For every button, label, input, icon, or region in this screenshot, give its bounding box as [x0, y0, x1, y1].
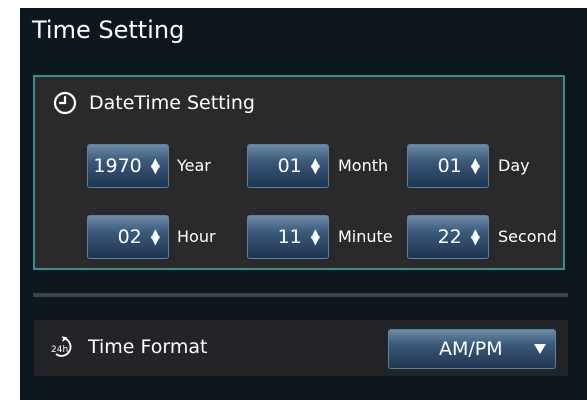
second-spinner[interactable]: 22 ▲ ▼ — [407, 215, 489, 259]
year-spinner[interactable]: 1970 ▲ ▼ — [87, 144, 169, 188]
clock-icon — [53, 91, 77, 115]
section-divider — [33, 293, 568, 297]
minute-value: 11 — [277, 226, 302, 248]
year-value: 1970 — [93, 155, 142, 177]
second-label: Second — [498, 227, 557, 246]
time-format-header: 24h Time Format — [50, 335, 208, 359]
datetime-setting-label: DateTime Setting — [89, 92, 255, 114]
up-down-arrows-icon: ▲ ▼ — [150, 226, 160, 247]
day-label: Day — [498, 156, 530, 175]
time-format-dropdown[interactable]: AM/PM — [388, 329, 556, 369]
24h-clock-icon: 24h — [51, 336, 72, 357]
caret-down-icon — [534, 344, 546, 354]
second-value: 22 — [437, 226, 462, 248]
minute-spinner[interactable]: 11 ▲ ▼ — [247, 215, 329, 259]
month-label: Month — [338, 156, 389, 175]
up-down-arrows-icon: ▲ ▼ — [470, 226, 480, 247]
time-format-label: Time Format — [88, 336, 208, 358]
time-format-selected: AM/PM — [439, 338, 503, 360]
day-value: 01 — [437, 155, 462, 177]
minute-label: Minute — [338, 227, 393, 246]
year-label: Year — [177, 156, 211, 175]
hour-label: Hour — [177, 227, 216, 246]
datetime-setting-panel: DateTime Setting 1970 ▲ ▼ Year 01 ▲ ▼ Mont… — [33, 75, 565, 270]
up-down-arrows-icon: ▲ ▼ — [150, 155, 160, 176]
up-down-arrows-icon: ▲ ▼ — [310, 226, 320, 247]
hour-value: 02 — [117, 226, 142, 248]
month-spinner[interactable]: 01 ▲ ▼ — [247, 144, 329, 188]
24h-icon-text: 24h — [51, 345, 68, 355]
month-value: 01 — [277, 155, 302, 177]
datetime-setting-header: DateTime Setting — [53, 91, 255, 115]
hour-spinner[interactable]: 02 ▲ ▼ — [87, 215, 169, 259]
up-down-arrows-icon: ▲ ▼ — [310, 155, 320, 176]
day-spinner[interactable]: 01 ▲ ▼ — [407, 144, 489, 188]
page-title: Time Setting — [32, 16, 185, 44]
time-format-row: 24h Time Format AM/PM — [34, 320, 568, 376]
up-down-arrows-icon: ▲ ▼ — [470, 155, 480, 176]
